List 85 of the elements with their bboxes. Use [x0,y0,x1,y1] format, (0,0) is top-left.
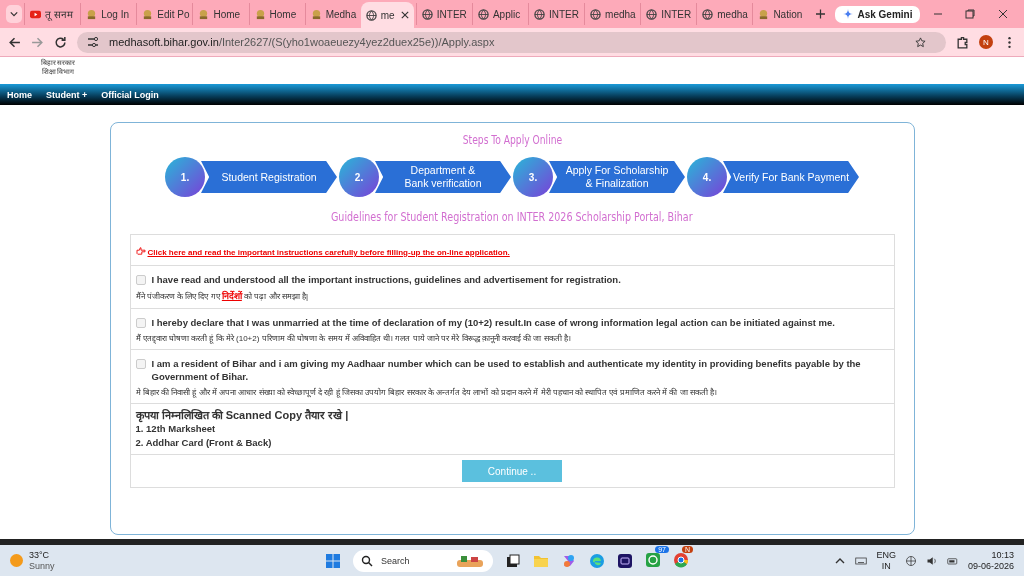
globe-icon [702,8,714,20]
browser-tab[interactable]: Edit Po [136,3,191,25]
checkbox[interactable] [135,359,146,369]
site-icon [254,8,266,20]
document-item: 1. 12th Marksheet [135,422,217,436]
address-bar[interactable]: medhasoft.bihar.gov.in/Inter2627/(S(yho1woaeuezy4yez2duex25e))/Apply.aspx [77,31,946,53]
instructions-link[interactable]: निर्देशों [221,291,242,301]
network-icon[interactable] [904,554,917,567]
site-icon [310,8,322,20]
chevron-down-icon [10,10,19,18]
site-icon [198,8,210,20]
task-view-icon[interactable] [505,552,521,569]
search-icon [361,554,373,567]
browser-tab[interactable]: Applic [471,3,526,25]
taskbar-search-field[interactable]: Search [353,549,493,572]
browser-tab[interactable]: Home [192,3,247,25]
new-tab-icon[interactable] [816,9,826,19]
hindi-declaration-text: मे बिहार की निवासी हूं और में अपना आधार संख्या को स्वेच्छापूर्ण दे रही हूं जिसका उपयोग बिहार सरकार के अन्तर्गत देय लाभों को प्रदान करने में मेरी पहचान को स्थापित एवं प्रमाणित करने में की जा सकती है। [135,386,718,397]
video-icon [30,8,42,20]
speaker-icon[interactable] [925,554,938,567]
browser-tab[interactable]: Log In [80,3,135,25]
steps-title: Steps To Apply Online [462,133,562,147]
checkbox[interactable] [135,318,146,328]
ask-gemini-button[interactable]: Ask Gemini [835,5,921,23]
chrome-icon[interactable] [673,551,689,568]
nav-link[interactable]: Home [7,89,32,100]
declaration-text: I have read and understood all the important instructions, guidelines and advertisement for registration. [151,273,621,286]
step-number: 1. [165,157,205,197]
declaration-text: I am a resident of Bihar and i am giving my Aadhaar number which can be used to establish and authenticate my identity in providing benefits payable by the Government of Bihar. [151,357,862,383]
browser-tab[interactable]: medha [584,3,639,25]
browser-tab[interactable]: Medha [304,3,359,25]
bookmark-star-icon[interactable] [915,36,926,48]
region-text[interactable]: IN [881,560,891,572]
step-number: 4. [687,157,727,197]
browser-tab[interactable]: तू सनम [24,3,79,25]
browser-tab[interactable]: INTER [640,3,695,25]
temperature: 33°C [29,549,51,561]
checkbox[interactable] [135,275,146,285]
reload-icon[interactable] [54,35,67,49]
site-icon [86,8,98,20]
close-tab-icon[interactable] [400,11,409,19]
site-icon [758,8,770,20]
globe-icon [646,8,658,20]
hindi-declaration-text: मैं एतद्द्वारा घोषणा करती हूं कि मेरे (10+2) परिणाम की घोषणा के समय में अविवाहित थी। गलत पाये जाने पर मेरे विरूद्ध क़ानूनी करवाई की जा सकती है। [135,332,572,343]
guidelines-title: Guidelines for Student Registration on INTER 2026 Scholarship Portal, Bihar [331,209,693,224]
browser-tab[interactable]: Nation [752,3,807,25]
app-icon[interactable] [617,552,633,569]
browser-tab[interactable]: Home [248,3,303,25]
step-number: 2. [339,157,379,197]
windows-start-icon[interactable] [325,552,341,569]
profile-avatar[interactable]: N [979,35,993,49]
browser-tab[interactable]: INTER [415,3,470,25]
browser-tab[interactable]: me [360,2,414,28]
globe-icon [365,9,377,21]
step-number: 3. [513,157,553,197]
url-path: /Inter2627/(S(yho1woaeuezy4yez2duex25e))/Apply.aspx [218,36,495,48]
weather-text: Sunny [29,560,55,572]
clock-time[interactable]: 10:13 [991,549,1014,561]
nav-link[interactable]: Official Login [101,89,159,100]
clock-date[interactable]: 09-06-2026 [967,560,1014,572]
url-host: medhasoft.bihar.gov.in [109,36,219,48]
browser-tab[interactable]: INTER [528,3,583,25]
globe-icon [477,8,489,20]
back-icon[interactable] [8,35,21,49]
documents-heading: कृपया निम्नलिखित की Scanned Copy तैयार रखे | [135,408,350,422]
globe-icon [534,8,545,20]
tab-list-button[interactable] [6,5,23,23]
site-settings-icon[interactable] [87,36,99,48]
declaration-text: I hereby declare that I was unmarried at the time of declaration of my (10+2) result.In case of wrong information legal action can be initiated against me. [151,316,835,329]
instructions-link[interactable]: Click here and read the important instructions carefully before filling-up the on-line application. [147,248,510,257]
globe-icon [421,8,433,20]
language-text[interactable]: ENG [876,549,896,561]
nav-link[interactable]: Student + [46,89,88,100]
hindi-declaration-text: मैंने पंजीकरण के लिए दिए गए निर्देशों को पढ़ा और समझा है| [135,289,310,302]
keyboard-icon[interactable] [855,554,868,567]
browser-tab[interactable]: medha [696,3,751,25]
whatsapp-icon[interactable] [645,551,661,568]
document-item: 2. Addhar Card (Front & Back) [135,436,273,450]
copilot-icon[interactable] [561,552,577,569]
pointing-hand-icon [135,246,146,255]
globe-icon [590,8,602,20]
sparkle-icon [843,9,854,19]
sun-icon [10,554,23,567]
site-icon [142,8,154,20]
extensions-icon[interactable] [956,35,969,49]
